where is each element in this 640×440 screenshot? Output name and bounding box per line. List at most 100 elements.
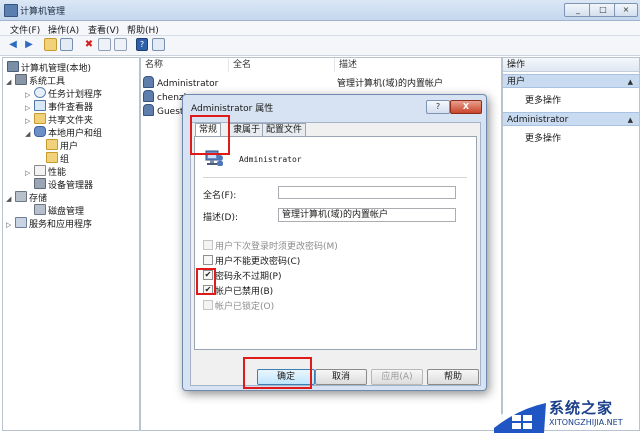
user-icon	[143, 76, 154, 88]
checkbox-must-change-password[interactable]	[203, 240, 213, 250]
actions-section-users[interactable]: 用户 ▲	[503, 74, 639, 88]
users-icon	[34, 126, 46, 137]
toolbar	[0, 36, 640, 56]
general-tab-page: Administrator 全名(F): 描述(D): 管理计算机(域)的内置帐…	[194, 136, 477, 350]
column-header-name[interactable]: 名称	[141, 58, 229, 72]
actions-section-administrator[interactable]: Administrator ▲	[503, 112, 639, 126]
maximize-button[interactable]: □	[589, 3, 617, 17]
export-icon[interactable]	[114, 38, 127, 51]
close-button[interactable]: ×	[614, 3, 638, 17]
user-icon	[143, 104, 154, 116]
tree-item-task-scheduler[interactable]: ▷ 任务计划程序	[25, 87, 102, 100]
console-tree: 计算机管理(本地) ◢ 系统工具 ▷ 任务计划程序 ▷ 事件查看器 ▷ 共享文件夹 ◢ 本…	[2, 57, 140, 431]
title-bar	[0, 0, 640, 21]
computer-management-icon	[4, 4, 18, 17]
collapse-arrow-icon[interactable]: ◢	[6, 78, 14, 86]
list-item[interactable]: Guest	[143, 104, 183, 117]
delete-icon[interactable]: ✖	[82, 38, 96, 52]
show-action-pane-icon[interactable]	[152, 38, 165, 51]
description-label: 描述(D):	[203, 213, 238, 223]
tree-item-device-manager[interactable]: 设备管理器	[33, 178, 93, 191]
back-arrow-icon[interactable]: ◀	[6, 38, 20, 52]
performance-icon	[34, 165, 46, 176]
device-manager-icon	[34, 178, 46, 189]
tree-item-computer-management[interactable]: 计算机管理(本地)	[6, 61, 91, 74]
fullname-label: 全名(F):	[203, 191, 237, 201]
tools-icon	[15, 74, 27, 85]
expand-arrow-icon[interactable]: ▷	[25, 104, 33, 112]
tab-member-of[interactable]: 隶属于	[229, 123, 265, 136]
column-header-description[interactable]: 描述	[335, 58, 501, 72]
tree-item-services-apps[interactable]: ▷ 服务和应用程序	[6, 217, 92, 230]
user-icon	[143, 90, 154, 102]
apply-button[interactable]: 应用(A)	[371, 369, 423, 385]
more-actions-link[interactable]: 更多操作	[525, 93, 561, 106]
disk-icon	[34, 204, 46, 215]
menu-view[interactable]: 查看(V)	[88, 23, 119, 36]
fullname-field[interactable]	[278, 186, 456, 199]
tree-item-users[interactable]: 用户	[45, 139, 78, 152]
tree-item-performance[interactable]: ▷ 性能	[25, 165, 66, 178]
caret-up-icon: ▲	[627, 116, 633, 124]
minimize-button[interactable]: _	[564, 3, 592, 17]
tree-item-shared-folders[interactable]: ▷ 共享文件夹	[25, 113, 93, 126]
checkbox-label: 帐户已锁定(O)	[215, 302, 275, 312]
highlight-disabled-checkbox	[196, 268, 216, 295]
highlight-general-tab	[190, 115, 230, 155]
expand-arrow-icon[interactable]: ▷	[6, 221, 14, 229]
menu-help[interactable]: 帮助(H)	[127, 23, 159, 36]
highlight-ok-button	[243, 357, 312, 389]
folder-icon	[46, 152, 58, 163]
tree-item-disk-management[interactable]: 磁盘管理	[33, 204, 84, 217]
tab-profile[interactable]: 配置文件	[262, 123, 307, 136]
checkbox-label: 用户下次登录时须更改密码(M)	[215, 242, 338, 252]
expand-arrow-icon[interactable]: ▷	[25, 91, 33, 99]
tree-item-local-users-groups[interactable]: ◢ 本地用户和组	[25, 126, 102, 139]
watermark-url: XITONGZHIJIA.NET	[549, 418, 623, 427]
help-button[interactable]: 帮助	[427, 369, 479, 385]
tree-item-groups[interactable]: 组	[45, 152, 69, 165]
checkbox-label: 用户不能更改密码(C)	[215, 257, 301, 267]
computer-icon	[7, 61, 19, 72]
list-item-description: 管理计算机(域)的内置帐户	[337, 79, 444, 89]
divider	[203, 177, 467, 178]
folder-icon	[34, 113, 46, 124]
checkbox-cannot-change-password[interactable]	[203, 255, 213, 265]
collapse-arrow-icon[interactable]: ◢	[25, 130, 33, 138]
dialog-close-button[interactable]: X	[450, 100, 482, 114]
column-header-fullname[interactable]: 全名	[229, 58, 335, 72]
storage-icon	[15, 191, 27, 202]
list-item[interactable]: Administrator	[143, 76, 218, 89]
properties-icon[interactable]	[98, 38, 111, 51]
help-icon[interactable]: ?	[136, 38, 148, 51]
show-tree-icon[interactable]	[60, 38, 73, 51]
caret-up-icon: ▲	[627, 78, 633, 86]
dialog-help-button[interactable]: ?	[426, 100, 450, 114]
event-viewer-icon	[34, 100, 46, 111]
description-field[interactable]: 管理计算机(域)的内置帐户	[278, 208, 456, 222]
expand-arrow-icon[interactable]: ▷	[25, 169, 33, 177]
actions-header: 操作	[503, 58, 639, 72]
cancel-button[interactable]: 取消	[315, 369, 367, 385]
forward-arrow-icon[interactable]: ▶	[22, 38, 36, 52]
window-title: 计算机管理	[20, 7, 66, 17]
folder-icon	[46, 139, 58, 150]
tree-item-storage[interactable]: ◢ 存储	[6, 191, 47, 204]
up-folder-icon[interactable]	[44, 38, 57, 51]
watermark-name: 系统之家	[549, 399, 614, 417]
username-label: Administrator	[239, 155, 302, 164]
collapse-arrow-icon[interactable]: ◢	[6, 195, 14, 203]
checkbox-label: 密码永不过期(P)	[215, 272, 282, 282]
menu-file[interactable]: 文件(F)	[10, 23, 40, 36]
checkbox-label: 帐户已禁用(B)	[215, 287, 274, 297]
clock-icon	[34, 87, 46, 98]
expand-arrow-icon[interactable]: ▷	[25, 117, 33, 125]
menu-action[interactable]: 操作(A)	[48, 23, 79, 36]
more-actions-link[interactable]: 更多操作	[525, 131, 561, 144]
services-icon	[15, 217, 27, 228]
dialog-body: 常规 隶属于 配置文件 Administrator 全名(F): 描述(D): …	[190, 122, 481, 386]
tree-item-system-tools[interactable]: ◢ 系统工具	[6, 74, 65, 87]
dialog-title: Administrator 属性	[191, 104, 274, 114]
tree-item-event-viewer[interactable]: ▷ 事件查看器	[25, 100, 93, 113]
checkbox-account-locked[interactable]	[203, 300, 213, 310]
